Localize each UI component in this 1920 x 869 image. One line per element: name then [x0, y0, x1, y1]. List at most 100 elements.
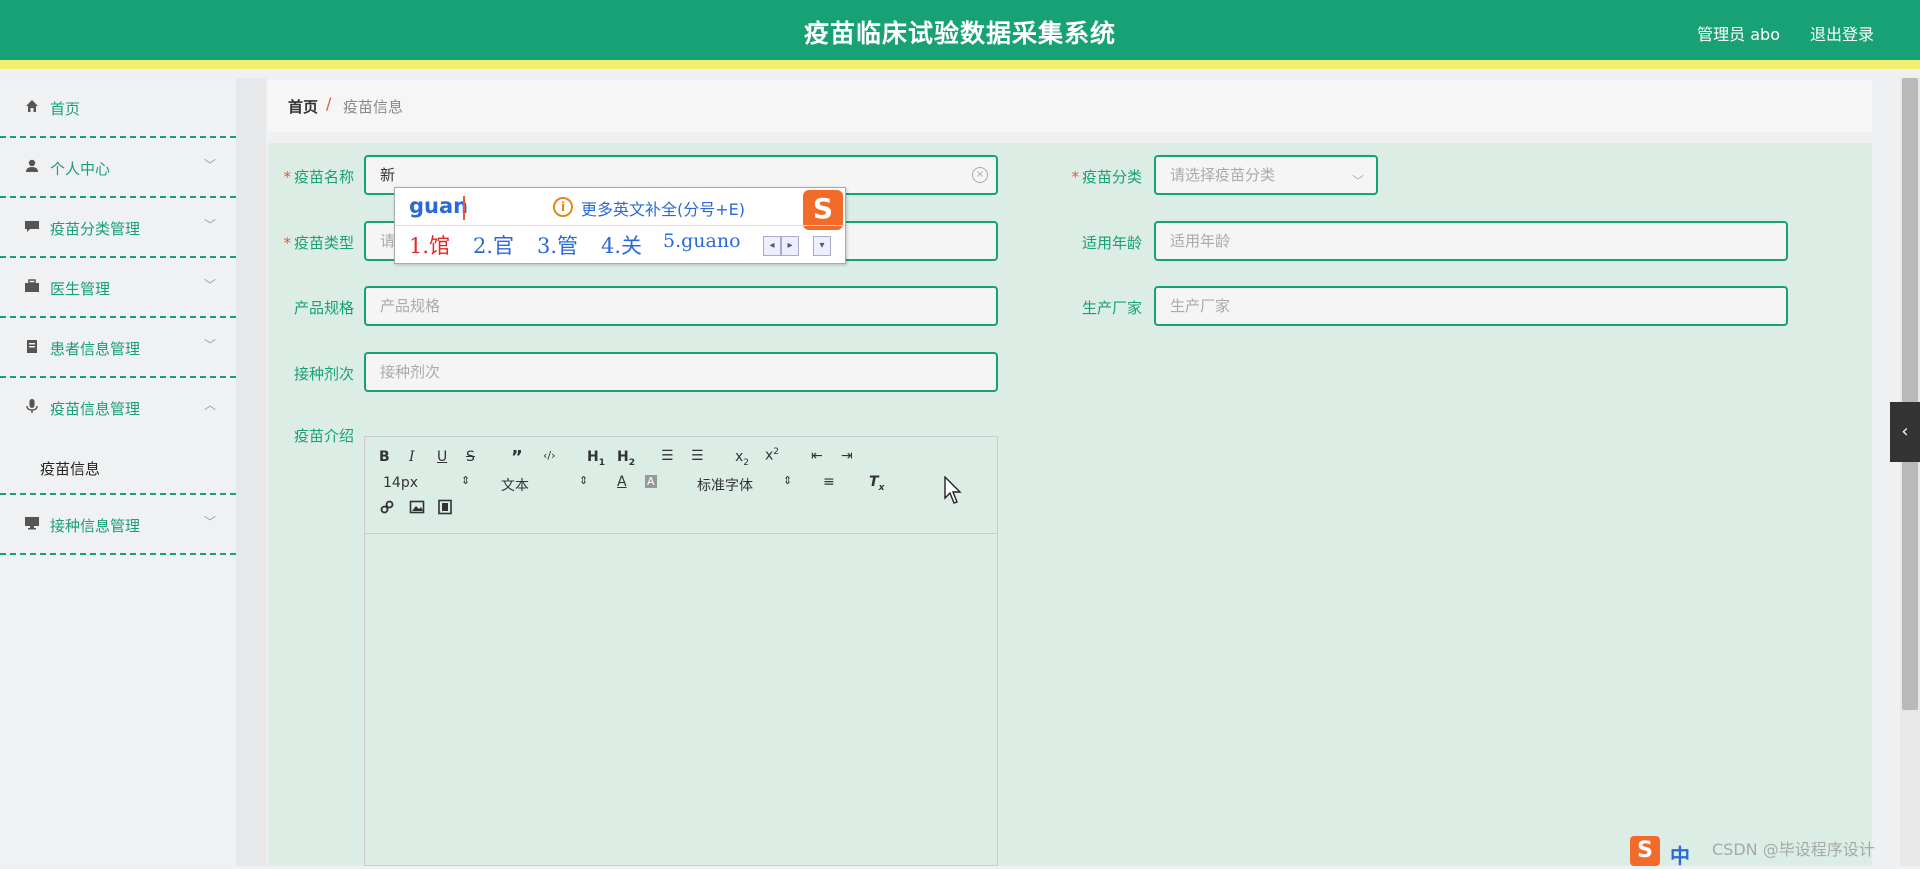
strike-icon[interactable]: S	[466, 449, 475, 465]
sidebar-item-vaccine-category[interactable]: 疫苗分类管理 ﹀	[0, 198, 236, 258]
briefcase-icon	[24, 278, 40, 294]
monitor-icon	[24, 515, 40, 531]
subscript-icon[interactable]: x2	[735, 449, 749, 468]
sidebar: 首页 个人中心 ﹀ 疫苗分类管理 ﹀ 医生管理 ﹀ 患者信息管理 ﹀ 疫苗信息管…	[0, 78, 236, 866]
sidebar-item-label: 患者信息管理	[50, 340, 141, 358]
outdent-icon[interactable]: ⇤	[811, 448, 823, 464]
logout-link[interactable]: 退出登录	[1810, 21, 1874, 45]
top-bar: 疫苗临床试验数据采集系统 管理员 abo 退出登录	[0, 0, 1920, 69]
sogou-logo-icon: S	[803, 190, 843, 230]
rich-text-editor: B I U S ” ‹/› H1 H2 ☰ ☰ x2 x2 ⇤ ⇥ 14px ⇕…	[364, 436, 998, 866]
ime-candidate[interactable]: 1.馆	[409, 230, 450, 260]
bullet-list-icon[interactable]: ☰	[691, 448, 704, 464]
ime-candidate[interactable]: 4.关	[601, 230, 642, 260]
ime-caret	[463, 196, 465, 220]
ime-candidate[interactable]: 3.管	[537, 230, 578, 260]
chevron-down-icon: ﹀	[203, 218, 216, 232]
ime-divider	[395, 225, 845, 226]
clear-format-icon[interactable]: Tx	[869, 474, 884, 493]
sidebar-item-label: 疫苗信息管理	[50, 400, 141, 418]
maker-input[interactable]: 生产厂家	[1154, 286, 1788, 326]
sidebar-item-label: 接种信息管理	[50, 517, 141, 535]
underline-icon[interactable]: U	[437, 449, 447, 465]
clear-icon[interactable]: ×	[972, 167, 988, 183]
breadcrumb-current: 疫苗信息	[343, 98, 404, 116]
sidebar-item-home[interactable]: 首页	[0, 78, 236, 138]
watermark: CSDN @毕设程序设计	[1712, 840, 1875, 859]
indent-icon[interactable]: ⇥	[841, 448, 853, 464]
dose-label: 接种剂次	[293, 365, 354, 383]
bold-icon[interactable]: B	[379, 449, 390, 465]
video-icon[interactable]	[437, 499, 453, 519]
type-label: * 疫苗类型	[283, 234, 354, 252]
scrollbar-thumb[interactable]	[1902, 78, 1918, 710]
collapse-tab-chevron-left-icon[interactable]: ‹	[1890, 402, 1920, 462]
updown-icon: ⇕	[461, 474, 471, 487]
chevron-down-icon: ﹀	[203, 338, 216, 352]
spec-input[interactable]: 产品规格	[364, 286, 998, 326]
name-label: * 疫苗名称	[283, 168, 354, 186]
vaccine-category-select[interactable]: 请选择疫苗分类 ﹀	[1154, 155, 1378, 195]
intro-label: 疫苗介绍	[293, 427, 354, 445]
sidebar-item-label: 个人中心	[50, 160, 111, 178]
sidebar-item-patient[interactable]: 患者信息管理 ﹀	[0, 318, 236, 378]
sidebar-item-doctor[interactable]: 医生管理 ﹀	[0, 258, 236, 318]
sidebar-gutter	[236, 78, 266, 866]
font-size-select[interactable]: 14px	[383, 475, 418, 491]
spec-label: 产品规格	[293, 299, 354, 317]
page-scrollbar[interactable]	[1900, 78, 1920, 866]
ime-tip[interactable]: 更多英文补全(分号+E)	[581, 196, 745, 220]
chevron-down-icon: ﹀	[203, 158, 216, 172]
chevron-up-icon: ︿	[203, 398, 216, 412]
ime-language-toggle[interactable]: 中	[1670, 840, 1690, 869]
breadcrumb-home[interactable]: 首页	[288, 96, 318, 117]
user-icon	[24, 158, 40, 174]
sidebar-subitem-label: 疫苗信息	[40, 460, 101, 478]
ime-candidate[interactable]: 5.guano	[663, 230, 741, 252]
dose-input[interactable]: 接种剂次	[364, 352, 998, 392]
sidebar-item-vaccination[interactable]: 接种信息管理 ﹀	[0, 495, 236, 555]
ime-candidate-popup: guan i 更多英文补全(分号+E) S 1.馆 2.官 3.管 4.关 5.…	[394, 187, 846, 264]
background-color-icon[interactable]: A	[645, 475, 657, 488]
blockquote-icon[interactable]: ”	[511, 447, 523, 468]
chevron-down-icon: ﹀	[1351, 174, 1364, 188]
chevron-down-icon: ﹀	[203, 515, 216, 529]
align-icon[interactable]: ≡	[823, 474, 835, 490]
page-prev-icon[interactable]: ◂	[763, 236, 781, 256]
ime-candidate[interactable]: 2.官	[473, 230, 514, 260]
app-title: 疫苗临床试验数据采集系统	[803, 19, 1116, 48]
sidebar-item-profile[interactable]: 个人中心 ﹀	[0, 138, 236, 198]
age-label: 适用年龄	[1081, 234, 1142, 252]
updown-icon: ⇕	[783, 474, 793, 487]
category-label: * 疫苗分类	[1071, 168, 1142, 186]
sogou-tray-icon[interactable]: S	[1630, 836, 1660, 866]
clipboard-icon	[24, 338, 40, 354]
expand-down-icon[interactable]: ▾	[813, 236, 831, 256]
chat-icon	[24, 218, 40, 234]
image-icon[interactable]	[409, 499, 425, 519]
info-icon: i	[553, 197, 573, 217]
font-color-icon[interactable]: A	[617, 474, 627, 490]
ime-typed-text: guan	[409, 194, 469, 218]
heading-1-icon[interactable]: H1	[587, 449, 605, 468]
paragraph-select[interactable]: 文本	[501, 475, 529, 495]
superscript-icon[interactable]: x2	[765, 447, 779, 464]
age-input[interactable]: 适用年龄	[1154, 221, 1788, 261]
page-next-icon[interactable]: ▸	[781, 236, 799, 256]
italic-icon[interactable]: I	[409, 449, 415, 465]
admin-label: 管理员 abo	[1697, 25, 1780, 44]
link-icon[interactable]	[379, 499, 395, 519]
code-icon[interactable]: ‹/›	[543, 449, 556, 462]
sidebar-item-label: 医生管理	[50, 280, 111, 298]
sidebar-item-label: 首页	[50, 100, 81, 118]
font-family-select[interactable]: 标准字体	[697, 475, 753, 495]
ordered-list-icon[interactable]: ☰	[661, 448, 674, 464]
breadcrumb: 首页 / 疫苗信息	[268, 80, 1872, 132]
mouse-cursor-icon	[944, 475, 964, 510]
microphone-icon	[24, 398, 40, 414]
heading-2-icon[interactable]: H2	[617, 449, 635, 468]
sidebar-subitem-vaccine-info[interactable]: 疫苗信息	[0, 438, 236, 495]
sidebar-item-vaccine-info[interactable]: 疫苗信息管理 ︿	[0, 378, 236, 438]
home-icon	[24, 98, 40, 114]
sidebar-item-label: 疫苗分类管理	[50, 220, 141, 238]
